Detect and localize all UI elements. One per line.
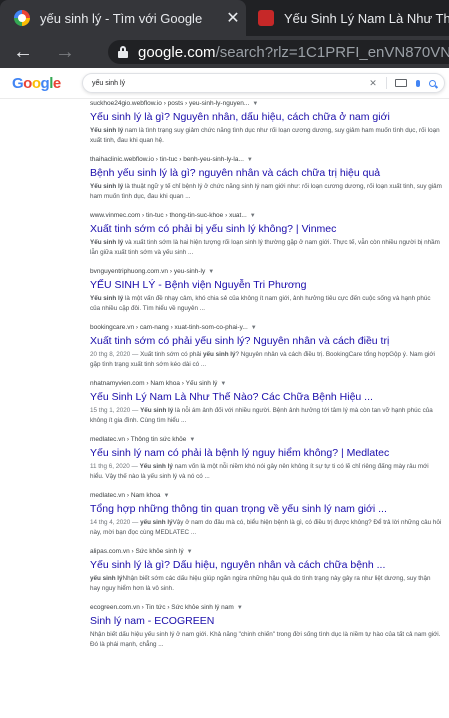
- result-snippet: 15 thg 1, 2020 — Yếu sinh lý là nỗi ám ả…: [90, 407, 433, 424]
- result-snippet: Yếu sinh lý là một vấn đề nhạy cảm, khó …: [90, 295, 431, 312]
- search-result: www.vinmec.com › tin-tuc › thong-tin-suc…: [90, 211, 442, 257]
- result-snippet: 11 thg 6, 2020 — Yếu sinh lý nam vốn là …: [90, 463, 429, 480]
- dropdown-arrow-icon[interactable]: ▼: [250, 213, 256, 219]
- search-result: thaihaclinic.webflow.io › tin-tuc › benh…: [90, 155, 442, 201]
- tab-article[interactable]: Yếu Sinh Lý Nam Là Như Thế Nào? Các: [250, 0, 449, 36]
- result-title-link[interactable]: YẾU SINH LÝ - Bệnh viện Nguyễn Tri Phươn…: [90, 278, 442, 293]
- divider: [386, 77, 387, 89]
- google-logo[interactable]: Google: [12, 75, 61, 92]
- result-snippet: Yếu sinh lý và xuất tinh sớm là hai hiện…: [90, 239, 440, 256]
- search-result: ecogreen.com.vn › Tin tức › Sức khỏe sin…: [90, 603, 442, 649]
- dropdown-arrow-icon[interactable]: ▼: [187, 549, 193, 555]
- dropdown-arrow-icon[interactable]: ▼: [220, 381, 226, 387]
- dropdown-arrow-icon[interactable]: ▼: [208, 269, 214, 275]
- result-snippet: 14 thg 4, 2020 — yếu sinh lýVậy ở nam do…: [90, 519, 442, 536]
- dropdown-arrow-icon[interactable]: ▼: [237, 605, 243, 611]
- url-host: google.com: [138, 43, 216, 61]
- microphone-icon[interactable]: [416, 79, 420, 87]
- result-url[interactable]: bvnguyentriphuong.com.vn › yeu-sinh-ly ▼: [90, 267, 442, 277]
- result-title-link[interactable]: Sinh lý nam - ECOGREEN: [90, 614, 442, 629]
- tab-close-icon[interactable]: ✕: [220, 8, 246, 28]
- result-title-link[interactable]: Bệnh yếu sinh lý là gì? nguyên nhân và c…: [90, 166, 442, 181]
- result-title-link[interactable]: Tổng hợp những thông tin quan trọng về y…: [90, 502, 442, 517]
- forward-arrow-icon[interactable]: →: [50, 36, 80, 68]
- result-title-link[interactable]: Xuất tinh sớm có phải yếu sinh lý? Nguyê…: [90, 334, 442, 349]
- google-favicon-icon: [14, 10, 30, 26]
- browser-toolbar: ← → google.com /search?rlz=1C1PRFI_enVN8…: [0, 36, 449, 68]
- dropdown-arrow-icon[interactable]: ▼: [247, 157, 253, 163]
- search-box[interactable]: yếu sinh lý ✕: [82, 73, 445, 93]
- search-result: nhatnamyvien.com › Nam khoa › Yếu sinh l…: [90, 379, 442, 425]
- site-favicon-icon: [258, 10, 274, 26]
- google-header: Google yếu sinh lý ✕: [0, 68, 449, 99]
- result-url[interactable]: suckhoe24gio.webflow.io › posts › yeu-si…: [90, 99, 442, 109]
- result-title-link[interactable]: Yếu sinh lý là gì? Dấu hiệu, nguyên nhân…: [90, 558, 442, 573]
- search-result: bookingcare.vn › cam-nang › xuat-tinh-so…: [90, 323, 442, 369]
- search-input[interactable]: yếu sinh lý: [92, 80, 364, 87]
- result-url[interactable]: ecogreen.com.vn › Tin tức › Sức khỏe sin…: [90, 603, 442, 613]
- result-url[interactable]: alipas.com.vn › Sức khỏe sinh lý ▼: [90, 547, 442, 557]
- result-title-link[interactable]: Xuất tinh sớm có phải bị yếu sinh lý khô…: [90, 222, 442, 237]
- search-result: alipas.com.vn › Sức khỏe sinh lý ▼ Yếu si…: [90, 547, 442, 593]
- back-arrow-icon[interactable]: ←: [8, 36, 38, 68]
- search-result: medlatec.vn › Nam khoa ▼ Tổng hợp những t…: [90, 491, 442, 537]
- lock-icon: [118, 46, 128, 58]
- search-result: bvnguyentriphuong.com.vn › yeu-sinh-ly ▼ …: [90, 267, 442, 313]
- result-url[interactable]: bookingcare.vn › cam-nang › xuat-tinh-so…: [90, 323, 442, 333]
- result-url[interactable]: medlatec.vn › Thông tin sức khỏe ▼: [90, 435, 442, 445]
- clear-icon[interactable]: ✕: [364, 78, 382, 89]
- dropdown-arrow-icon[interactable]: ▼: [251, 325, 257, 331]
- result-snippet: Nhận biết dấu hiệu yếu sinh lý ở nam giớ…: [90, 631, 441, 648]
- result-snippet: Yếu sinh lý nam là tình trạng suy giảm c…: [90, 127, 440, 144]
- tab-title: yếu sinh lý - Tìm với Google: [40, 10, 203, 26]
- search-results: suckhoe24gio.webflow.io › posts › yeu-si…: [90, 99, 442, 659]
- result-title-link[interactable]: Yếu sinh lý nam có phải là bệnh lý nguy …: [90, 446, 442, 461]
- result-snippet: Yếu sinh lý là thuật ngữ y tế chỉ bệnh l…: [90, 183, 442, 200]
- search-result: suckhoe24gio.webflow.io › posts › yeu-si…: [90, 99, 442, 145]
- dropdown-arrow-icon[interactable]: ▼: [163, 493, 169, 499]
- result-url[interactable]: nhatnamyvien.com › Nam khoa › Yếu sinh l…: [90, 379, 442, 389]
- result-title-link[interactable]: Yếu Sinh Lý Nam Là Như Thế Nào? Các Chữa…: [90, 390, 442, 405]
- result-url[interactable]: medlatec.vn › Nam khoa ▼: [90, 491, 442, 501]
- search-icon[interactable]: [429, 79, 436, 87]
- result-url[interactable]: thaihaclinic.webflow.io › tin-tuc › benh…: [90, 155, 442, 165]
- browser-tab-bar: yếu sinh lý - Tìm với Google ✕ Yếu Sinh …: [0, 0, 449, 36]
- tab-title: Yếu Sinh Lý Nam Là Như Thế Nào? Các: [284, 10, 449, 26]
- address-bar[interactable]: google.com /search?rlz=1C1PRFI_enVN870VN…: [108, 40, 449, 64]
- tab-google-search[interactable]: yếu sinh lý - Tìm với Google ✕: [0, 0, 246, 36]
- search-result: medlatec.vn › Thông tin sức khỏe ▼ Yếu si…: [90, 435, 442, 481]
- dropdown-arrow-icon[interactable]: ▼: [189, 437, 195, 443]
- url-path: /search?rlz=1C1PRFI_enVN870VN870&sxsrf=A…: [215, 43, 449, 61]
- result-url[interactable]: www.vinmec.com › tin-tuc › thong-tin-suc…: [90, 211, 442, 221]
- result-snippet: yếu sinh lýNhận biết sớm các dấu hiệu gi…: [90, 575, 431, 592]
- dropdown-arrow-icon[interactable]: ▼: [252, 101, 258, 107]
- result-snippet: 20 thg 8, 2020 — Xuất tinh sớm có phải y…: [90, 351, 435, 368]
- keyboard-icon[interactable]: [395, 79, 407, 87]
- result-title-link[interactable]: Yếu sinh lý là gì? Nguyên nhân, dấu hiệu…: [90, 110, 442, 125]
